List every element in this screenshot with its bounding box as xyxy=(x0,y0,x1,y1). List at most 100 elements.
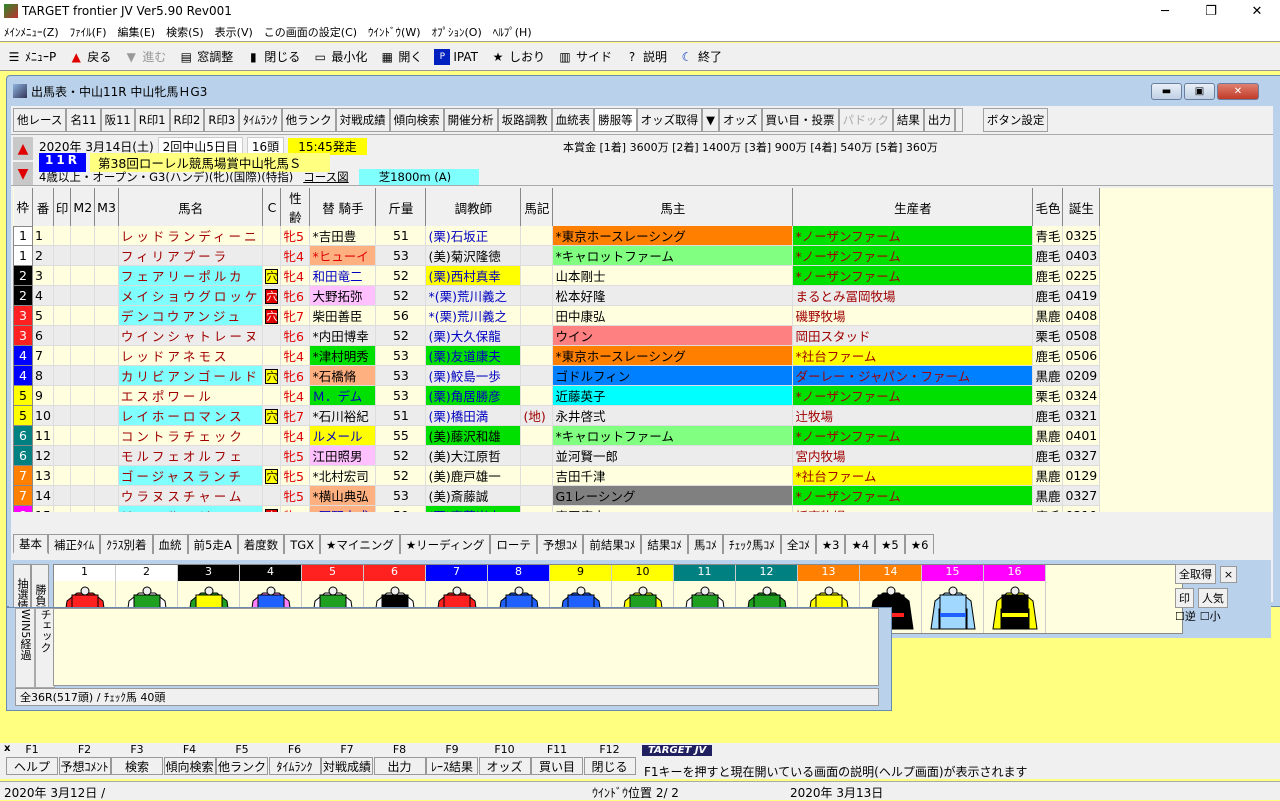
m3-cell[interactable] xyxy=(94,445,119,466)
button-9[interactable]: 傾向検索 xyxy=(389,108,444,132)
mark-cell[interactable] xyxy=(53,405,72,426)
column-header[interactable]: 斤量 xyxy=(375,188,427,226)
column-header[interactable]: M3 xyxy=(94,188,119,226)
mark-cell[interactable] xyxy=(53,245,72,266)
mark-cell[interactable] xyxy=(53,226,72,246)
horse-name[interactable]: メイショウグロッケ xyxy=(118,285,264,306)
column-header[interactable]: C xyxy=(262,188,282,226)
owner[interactable]: 近藤英子 xyxy=(552,385,794,406)
m3-cell[interactable] xyxy=(94,265,119,286)
reverse-checkbox[interactable]: ☐逆 xyxy=(1175,610,1196,623)
mark-button[interactable]: 印 xyxy=(1175,588,1194,608)
owner[interactable]: 永井啓弍 xyxy=(552,405,794,426)
table-row[interactable]: 4 7 レッドアネモス 牝4 *津村明秀 53 (栗)友道康夫 *東京ホースレーシング *社台フ… xyxy=(13,345,1101,366)
toolbar-button[interactable]: ☾ 終了 xyxy=(679,48,722,65)
owner[interactable]: G1レーシング xyxy=(552,485,794,506)
fkey-button[interactable]: オッズ xyxy=(478,757,531,775)
fkey-button[interactable]: 閉じる xyxy=(583,757,636,775)
tab-13[interactable]: 馬ｺﾒ xyxy=(687,534,723,554)
table-row[interactable]: 7 14 ウラヌスチャーム 牝5 *横山典弘 53 (美)斎藤誠 G1レーシング *ノーザンファ… xyxy=(13,485,1101,506)
column-header[interactable]: 誕生 xyxy=(1062,188,1101,226)
jockey[interactable]: 柴田善臣 xyxy=(309,305,377,326)
tab-7[interactable]: ★マイニング xyxy=(320,534,400,554)
button-1[interactable]: 名11 xyxy=(66,108,101,132)
mark-cell[interactable] xyxy=(53,305,72,326)
button-7[interactable]: 他ランク xyxy=(281,108,336,132)
m2-cell[interactable] xyxy=(70,265,96,286)
m2-cell[interactable] xyxy=(70,465,96,486)
fkey-F3[interactable]: F3 検索 xyxy=(111,743,163,775)
jockey[interactable]: *石川裕紀 xyxy=(309,405,377,426)
button-19[interactable]: 結果 xyxy=(892,108,924,132)
trainer[interactable]: (美)斎藤誠 xyxy=(425,485,522,506)
fkey-button[interactable]: ﾀｲﾑﾗﾝｸ xyxy=(268,757,321,775)
owner[interactable]: 松本好隆 xyxy=(552,285,794,306)
minimize-button[interactable]: ─ xyxy=(1142,0,1188,22)
trainer[interactable]: (栗)角居勝彦 xyxy=(425,385,522,406)
button-10[interactable]: 開催分析 xyxy=(443,108,498,132)
restore-button[interactable]: ❐ xyxy=(1188,0,1234,22)
table-row[interactable]: 815 リュヌルージュ穴牝5*団野大成50(栗)斉藤崇史 窪田康志坂東牧場鹿毛031… xyxy=(13,505,1101,512)
m2-cell[interactable] xyxy=(70,405,96,426)
button-18[interactable]: パドック xyxy=(838,108,893,132)
column-header[interactable]: 馬名 xyxy=(118,188,264,226)
trainer[interactable]: (栗)西村真幸 xyxy=(425,265,522,286)
mark-cell[interactable] xyxy=(53,365,72,386)
fkey-F2[interactable]: F2 予想ｺﾒﾝﾄ xyxy=(58,743,111,775)
toolbar-button[interactable]: ☰ ﾒﾆｭｰP xyxy=(6,48,57,65)
fkey-button[interactable]: 検索 xyxy=(111,757,163,775)
owner[interactable]: 窪田康志 xyxy=(552,505,794,512)
table-row[interactable]: 6 11 コントラチェック 牝4 ルメール 55 (美)藤沢和雄 *キャロットファーム *ノーザ… xyxy=(13,425,1101,446)
tab-check[interactable]: チェック xyxy=(35,608,55,688)
tab-16[interactable]: ★3 xyxy=(815,534,846,554)
close-button[interactable]: ✕ xyxy=(1234,0,1280,22)
button-14[interactable]: オッズ取得 xyxy=(636,108,703,132)
toolbar-button[interactable]: P IPAT xyxy=(434,48,478,65)
fkey-button[interactable]: 予想ｺﾒﾝﾄ xyxy=(58,757,111,775)
menu-item[interactable]: ｵﾌﾟｼｮﾝ(O) xyxy=(432,24,482,40)
owner[interactable]: *キャロットファーム xyxy=(552,425,794,446)
fkey-button[interactable]: 傾向検索 xyxy=(163,757,216,775)
column-header[interactable]: 毛色 xyxy=(1032,188,1064,226)
owner[interactable]: 並河賢一郎 xyxy=(552,445,794,466)
get-all-button[interactable]: 全取得 xyxy=(1175,564,1216,584)
breeder[interactable]: 磯野牧場 xyxy=(792,305,1034,326)
mark-cell[interactable] xyxy=(53,445,72,466)
horse-name[interactable]: ウラヌスチャーム xyxy=(118,485,264,506)
column-header[interactable]: 番 xyxy=(32,188,54,226)
horse-name[interactable]: リュヌルージュ xyxy=(118,505,264,512)
toolbar-button[interactable]: ▥ サイド xyxy=(557,48,612,65)
tab-10[interactable]: 予想ｺﾒ xyxy=(536,534,584,554)
popularity-button[interactable]: 人気 xyxy=(1197,588,1228,608)
horse-name[interactable]: フィリアプーラ xyxy=(118,245,264,266)
breeder[interactable]: *ノーザンファーム xyxy=(792,245,1034,266)
m2-cell[interactable] xyxy=(70,245,96,266)
breeder[interactable]: 岡田スタッド xyxy=(792,325,1034,346)
horse-name[interactable]: レイホーロマンス xyxy=(118,405,264,426)
child-maximize-button[interactable]: ▣ xyxy=(1184,83,1215,100)
m2-cell[interactable] xyxy=(70,305,96,326)
fkey-F7[interactable]: F7 対戦成績 xyxy=(321,743,373,775)
column-header[interactable]: 馬記 xyxy=(520,188,554,226)
owner[interactable]: *東京ホースレーシング xyxy=(552,226,794,246)
breeder[interactable]: 坂東牧場 xyxy=(792,505,1034,512)
table-row[interactable]: 1 1 レッドランディーニ 牝5 *吉田豊 51 (栗)石坂正 *東京ホースレーシング *ノーザ… xyxy=(13,225,1101,246)
fkey-F10[interactable]: F10 オッズ xyxy=(478,743,531,775)
fkey-button[interactable]: 買い目 xyxy=(531,757,583,775)
tab-8[interactable]: ★リーディング xyxy=(399,534,491,554)
m2-cell[interactable] xyxy=(70,445,96,466)
toolbar-button[interactable]: ▮ 閉じる xyxy=(245,48,300,65)
small-checkbox[interactable]: ☐小 xyxy=(1200,610,1221,623)
horse-name[interactable]: エスポワール xyxy=(118,385,264,406)
horse-name[interactable]: レッドランディーニ xyxy=(118,226,264,246)
button-8[interactable]: 対戦成績 xyxy=(335,108,390,132)
table-row[interactable]: 5 9 エスポワール 牝4 Ｍ．デム 53 (栗)角居勝彦 近藤英子 *ノーザンファーム 栗毛 03… xyxy=(13,385,1101,406)
child-minimize-button[interactable]: ▬ xyxy=(1151,83,1182,100)
m2-cell[interactable] xyxy=(70,385,96,406)
m2-cell[interactable] xyxy=(70,485,96,506)
owner[interactable]: *キャロットファーム xyxy=(552,245,794,266)
m2-cell[interactable] xyxy=(70,425,96,446)
tab-6[interactable]: TGX xyxy=(284,534,321,554)
mark-cell[interactable] xyxy=(53,325,72,346)
column-header[interactable]: 枠 xyxy=(13,188,33,226)
